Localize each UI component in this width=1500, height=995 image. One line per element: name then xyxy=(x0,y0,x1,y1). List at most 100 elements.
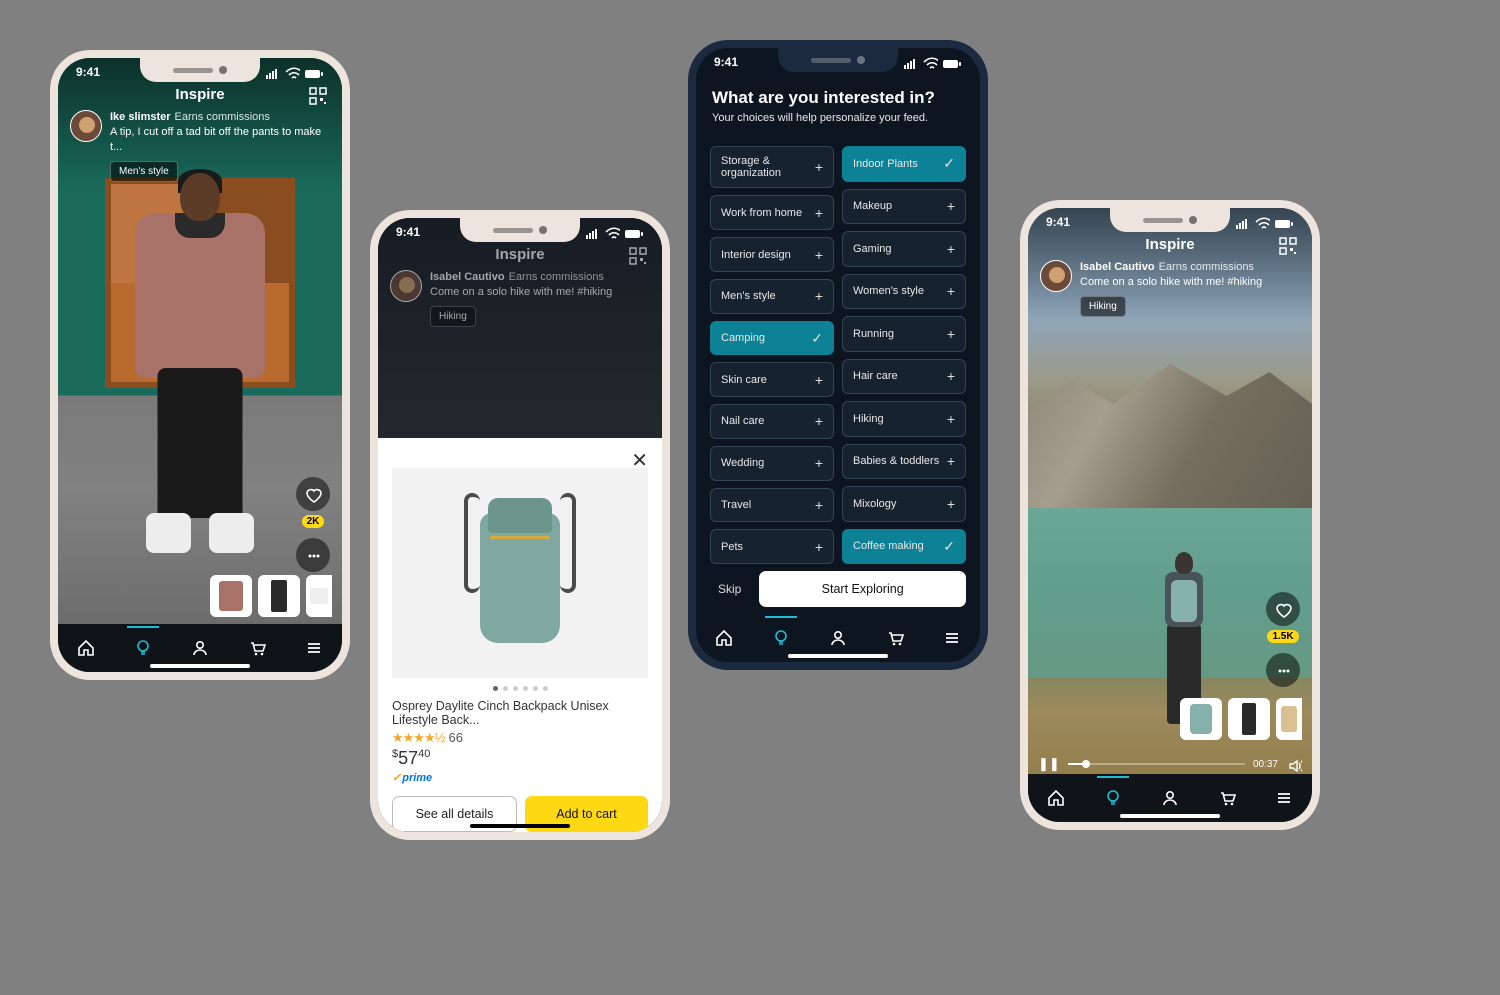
interest-label: Travel xyxy=(721,499,815,511)
interest-pill[interactable]: Gaming+ xyxy=(842,231,966,267)
interest-pill[interactable]: Travel+ xyxy=(710,488,834,523)
product-title[interactable]: Osprey Daylite Cinch Backpack Unisex Lif… xyxy=(392,699,648,727)
author-row[interactable]: Isabel CautivoEarns commissions Come on … xyxy=(1040,260,1300,317)
tag-chip[interactable]: Hiking xyxy=(1080,296,1126,318)
interest-label: Pets xyxy=(721,541,815,553)
progress-track[interactable] xyxy=(1068,763,1245,765)
product-thumb[interactable] xyxy=(258,575,300,617)
volume-icon[interactable] xyxy=(1286,756,1302,772)
battery-icon xyxy=(624,225,644,239)
signal-icon xyxy=(1234,215,1250,229)
start-exploring-button[interactable]: Start Exploring xyxy=(759,571,966,607)
tag-chip: Hiking xyxy=(430,306,476,328)
interest-pill[interactable]: Work from home+ xyxy=(710,195,834,230)
interest-pill[interactable]: Mixology+ xyxy=(842,486,966,522)
nav-profile[interactable] xyxy=(1150,778,1190,818)
interest-label: Skin care xyxy=(721,374,815,386)
interest-pill[interactable]: Men's style+ xyxy=(710,279,834,314)
wifi-icon xyxy=(1254,215,1270,229)
interest-label: Babies & toddlers xyxy=(853,455,947,467)
interest-pill[interactable]: Interior design+ xyxy=(710,237,834,272)
interest-label: Indoor Plants xyxy=(853,158,943,170)
nav-inspire[interactable] xyxy=(1093,778,1133,818)
status-time: 9:41 xyxy=(76,65,100,79)
plus-icon: + xyxy=(815,497,823,513)
nav-profile[interactable] xyxy=(818,618,858,658)
wifi-icon xyxy=(922,55,938,69)
skip-button[interactable]: Skip xyxy=(710,582,749,596)
interest-pill[interactable]: Nail care+ xyxy=(710,404,834,439)
interest-pill[interactable]: Storage & organization+ xyxy=(710,146,834,188)
plus-icon: + xyxy=(815,372,823,388)
qr-icon[interactable] xyxy=(308,86,328,111)
plus-icon: + xyxy=(815,160,823,175)
nav-cart[interactable] xyxy=(237,628,277,668)
interest-pill[interactable]: Skin care+ xyxy=(710,362,834,397)
nav-inspire[interactable] xyxy=(761,618,801,658)
battery-icon xyxy=(1274,215,1294,229)
interest-label: Mixology xyxy=(853,498,947,510)
like-button[interactable] xyxy=(296,477,330,511)
rating[interactable]: ★★★★½66 xyxy=(392,730,648,746)
avatar[interactable] xyxy=(1040,260,1072,292)
plus-icon: + xyxy=(947,496,955,512)
more-button[interactable] xyxy=(1266,653,1300,687)
video-progress[interactable]: ❚❚ 00:37 xyxy=(1038,756,1302,772)
pause-icon[interactable]: ❚❚ xyxy=(1038,756,1060,772)
product-thumb[interactable] xyxy=(306,575,332,617)
interest-label: Camping xyxy=(721,332,811,344)
video-time: 00:37 xyxy=(1253,759,1278,770)
product-thumbs xyxy=(1180,698,1302,740)
product-thumb[interactable] xyxy=(1276,698,1302,740)
nav-cart[interactable] xyxy=(875,618,915,658)
more-button[interactable] xyxy=(296,538,330,572)
qr-icon[interactable] xyxy=(628,246,648,271)
nav-home[interactable] xyxy=(66,628,106,668)
interest-pill[interactable]: Babies & toddlers+ xyxy=(842,444,966,480)
tag-chip[interactable]: Men's style xyxy=(110,161,178,183)
interest-pill[interactable]: Wedding+ xyxy=(710,446,834,481)
interest-pill[interactable]: Camping✓ xyxy=(710,321,834,356)
author-row[interactable]: Ike slimsterEarns commissions A tip, I c… xyxy=(70,110,330,182)
interest-pill[interactable]: Indoor Plants✓ xyxy=(842,146,966,182)
like-button[interactable] xyxy=(1266,592,1300,626)
nav-cart[interactable] xyxy=(1207,778,1247,818)
nav-home[interactable] xyxy=(704,618,744,658)
earns-label: Earns commissions xyxy=(1159,261,1254,273)
check-icon: ✓ xyxy=(811,330,823,347)
interest-label: Nail care xyxy=(721,415,815,427)
product-thumb[interactable] xyxy=(1228,698,1270,740)
author-name: Isabel Cautivo xyxy=(1080,261,1155,273)
interest-pill[interactable]: Running+ xyxy=(842,316,966,352)
author-row: Isabel CautivoEarns commissions Come on … xyxy=(390,270,650,327)
prime-badge: prime xyxy=(392,771,648,784)
nav-menu[interactable] xyxy=(932,618,972,658)
home-indicator xyxy=(470,824,570,828)
product-thumb[interactable] xyxy=(1180,698,1222,740)
product-thumbs xyxy=(210,575,332,617)
nav-profile[interactable] xyxy=(180,628,220,668)
nav-inspire[interactable] xyxy=(123,628,163,668)
signal-icon xyxy=(584,225,600,239)
interest-pill[interactable]: Hair care+ xyxy=(842,359,966,395)
phone-interests: 9:41 What are you interested in? Your ch… xyxy=(688,40,988,670)
interest-pill[interactable]: Coffee making✓ xyxy=(842,529,966,565)
close-icon[interactable]: ✕ xyxy=(631,448,648,473)
interest-pill[interactable]: Makeup+ xyxy=(842,189,966,225)
interest-pill[interactable]: Women's style+ xyxy=(842,274,966,310)
plus-icon: + xyxy=(815,539,823,555)
interest-pill[interactable]: Hiking+ xyxy=(842,401,966,437)
interest-pill[interactable]: Pets+ xyxy=(710,529,834,564)
interests-heading: What are you interested in? xyxy=(712,88,964,108)
like-count: 2K xyxy=(302,515,325,528)
avatar[interactable] xyxy=(70,110,102,142)
qr-icon[interactable] xyxy=(1278,236,1298,261)
carousel-dots[interactable] xyxy=(378,678,662,699)
product-image[interactable] xyxy=(392,468,648,678)
product-thumb[interactable] xyxy=(210,575,252,617)
interest-label: Interior design xyxy=(721,249,815,261)
nav-menu[interactable] xyxy=(1264,778,1304,818)
nav-menu[interactable] xyxy=(294,628,334,668)
nav-home[interactable] xyxy=(1036,778,1076,818)
plus-icon: + xyxy=(947,368,955,384)
